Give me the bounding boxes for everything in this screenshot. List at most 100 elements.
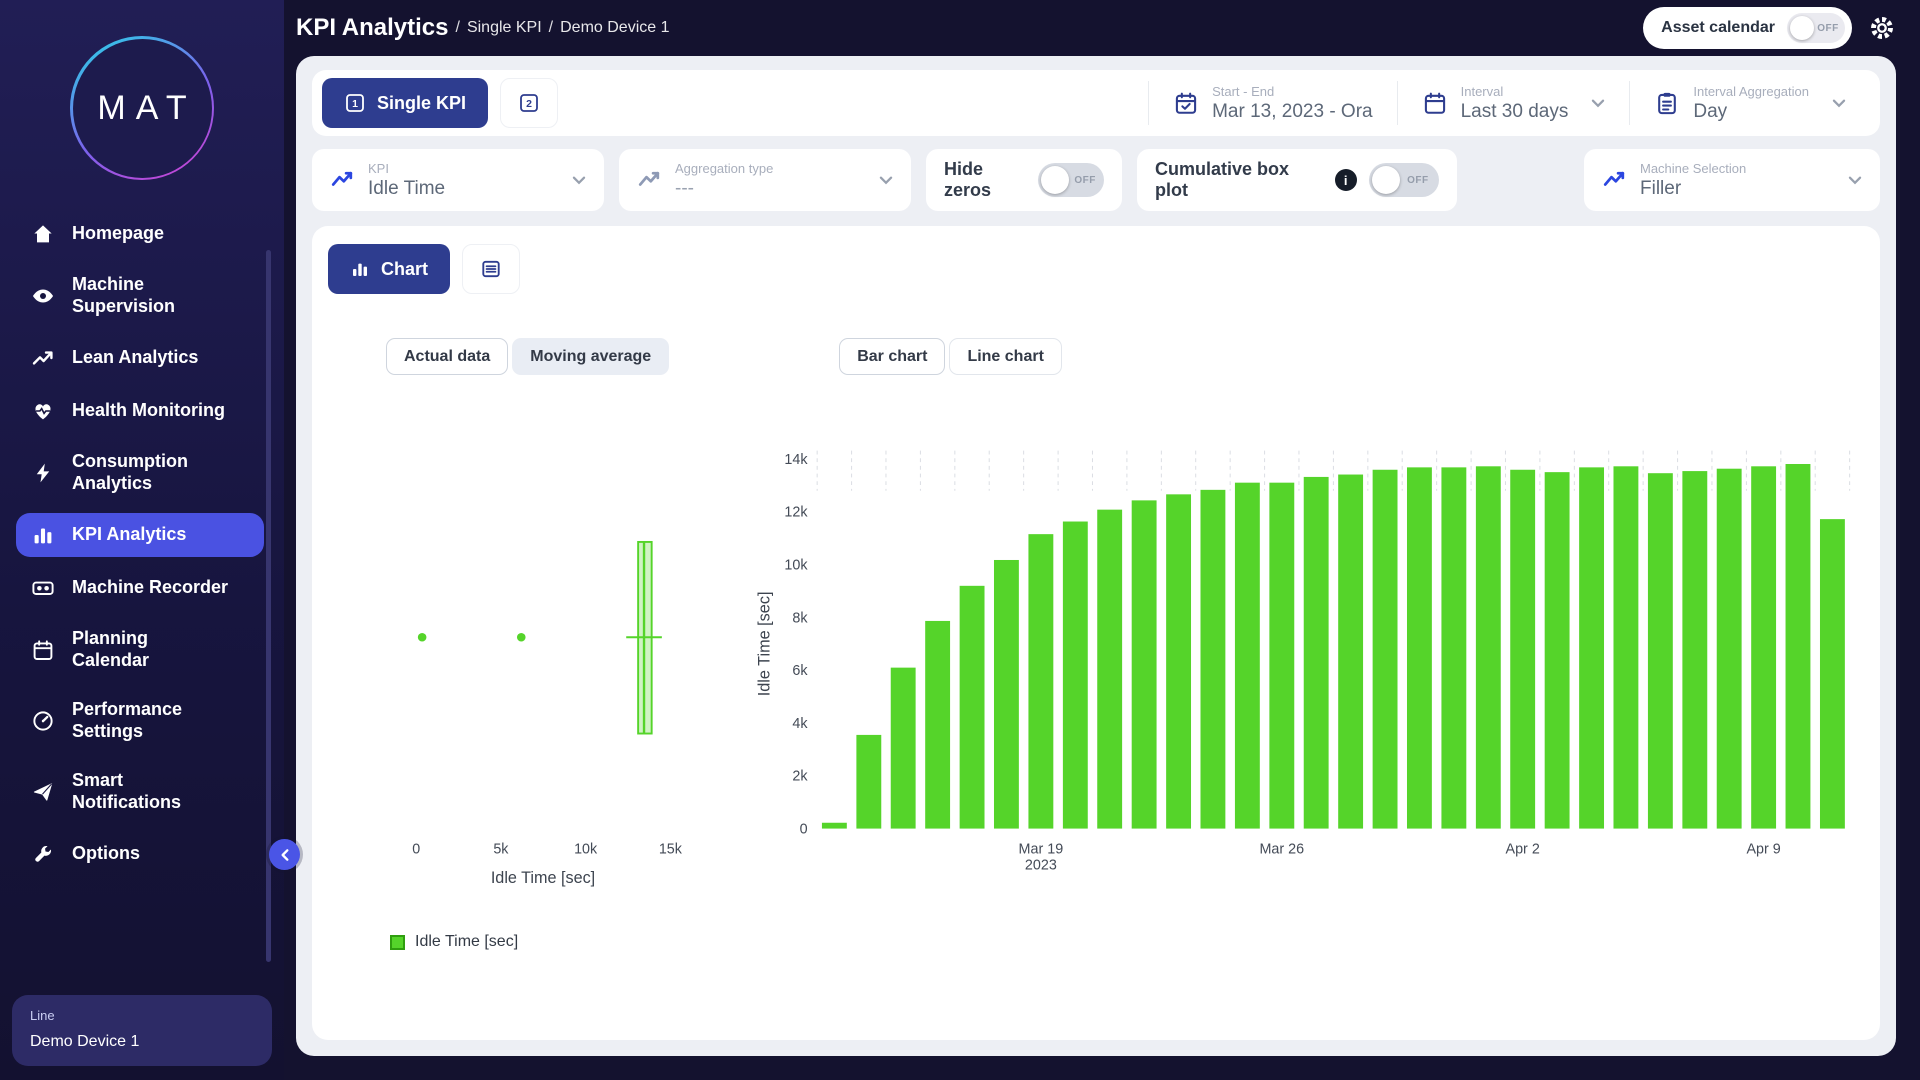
moving-average-button[interactable]: Moving average bbox=[512, 338, 669, 375]
interval-field: Interval Last 30 days bbox=[1461, 84, 1569, 123]
bar-chart-icon bbox=[30, 522, 56, 548]
kpi-dropdown[interactable]: KPI Idle Time bbox=[312, 149, 604, 211]
start-end-label: Start - End bbox=[1212, 84, 1373, 99]
chevron-down-icon bbox=[1832, 99, 1846, 108]
kpi-value: Idle Time bbox=[368, 178, 445, 200]
tab-single-kpi-label: Single KPI bbox=[377, 93, 466, 114]
bar-chart-svg: 02k4k6k8k10k12k14kMar 192023Mar 26Apr 2A… bbox=[754, 439, 1864, 889]
main-area: KPI Analytics / Single KPI / Demo Device… bbox=[284, 0, 1920, 1080]
heartbeat-icon bbox=[30, 398, 56, 424]
sidebar-item-health-monitoring[interactable]: Health Monitoring bbox=[16, 389, 264, 433]
interval-dropdown[interactable]: Interval Last 30 days bbox=[1397, 81, 1630, 125]
sidebar-item-smart-notifications[interactable]: Smart Notifications bbox=[16, 761, 264, 823]
settings-button[interactable] bbox=[1868, 14, 1896, 42]
breadcrumb-device[interactable]: Demo Device 1 bbox=[560, 19, 669, 37]
tab-multi-kpi[interactable]: 2 bbox=[500, 78, 558, 128]
svg-text:12k: 12k bbox=[784, 505, 808, 521]
app: MAT Homepage Machine Supervision Lea bbox=[0, 0, 1920, 1080]
svg-text:8k: 8k bbox=[792, 610, 808, 626]
actual-data-button[interactable]: Actual data bbox=[386, 338, 508, 375]
sidebar-item-kpi-analytics[interactable]: KPI Analytics bbox=[16, 513, 264, 557]
eye-icon bbox=[30, 283, 56, 309]
toggle-state-label: OFF bbox=[1400, 175, 1436, 186]
interval-aggregation-field: Interval Aggregation Day bbox=[1693, 84, 1809, 123]
sidebar-item-lean-analytics[interactable]: Lean Analytics bbox=[16, 336, 264, 380]
tab-single-kpi[interactable]: 1 Single KPI bbox=[322, 78, 488, 128]
toggle-knob bbox=[1372, 166, 1400, 194]
logo-text: MAT bbox=[87, 89, 196, 128]
svg-text:15k: 15k bbox=[659, 842, 683, 858]
breadcrumb-separator: / bbox=[456, 19, 460, 37]
hide-zeros-toggle[interactable]: OFF bbox=[1038, 163, 1104, 197]
kpi-trend-icon bbox=[330, 167, 356, 193]
sidebar-item-label: Homepage bbox=[72, 223, 164, 245]
toggle-state-label: OFF bbox=[1069, 175, 1101, 186]
device-card[interactable]: Line Demo Device 1 bbox=[12, 995, 272, 1066]
chart-card: Chart Actual data Moving average Bar c bbox=[312, 226, 1880, 1040]
line-chart-button[interactable]: Line chart bbox=[949, 338, 1061, 375]
chart-type-toggle-group: Bar chart Line chart bbox=[839, 338, 1062, 375]
svg-text:Apr 9: Apr 9 bbox=[1746, 841, 1780, 857]
sidebar-item-machine-recorder[interactable]: Machine Recorder bbox=[16, 566, 264, 610]
sidebar-item-homepage[interactable]: Homepage bbox=[16, 212, 264, 256]
device-name: Demo Device 1 bbox=[30, 1033, 254, 1051]
sidebar-menu: Homepage Machine Supervision Lean Analyt… bbox=[0, 190, 284, 876]
svg-text:Mar 19: Mar 19 bbox=[1019, 841, 1064, 857]
asset-calendar-toggle[interactable]: OFF bbox=[1787, 13, 1845, 43]
sidebar-item-options[interactable]: Options bbox=[16, 832, 264, 876]
aggregation-type-dropdown[interactable]: Aggregation type --- bbox=[619, 149, 911, 211]
aggregation-type-value: --- bbox=[675, 178, 773, 200]
svg-text:2k: 2k bbox=[792, 769, 808, 785]
sidebar-item-label: Performance Settings bbox=[72, 699, 182, 743]
cumulative-box-plot-control: Cumulative box plot i OFF bbox=[1137, 149, 1457, 211]
sidebar-item-label: Options bbox=[72, 843, 140, 865]
machine-trend-icon bbox=[1602, 167, 1628, 193]
svg-text:Apr 2: Apr 2 bbox=[1506, 841, 1540, 857]
start-end-picker[interactable]: Start - End Mar 13, 2023 - Ora bbox=[1148, 81, 1397, 125]
svg-text:6k: 6k bbox=[792, 663, 808, 679]
content-panel: 1 Single KPI 2 Start - End M bbox=[296, 56, 1896, 1056]
machine-selection-value: Filler bbox=[1640, 178, 1746, 200]
kpi-controls-row: KPI Idle Time Aggregation type --- bbox=[312, 149, 1880, 211]
sidebar-item-machine-supervision[interactable]: Machine Supervision bbox=[16, 265, 264, 327]
clipboard-icon bbox=[1654, 90, 1680, 116]
sidebar-item-planning-calendar[interactable]: Planning Calendar bbox=[16, 619, 264, 681]
aggregation-trend-icon bbox=[637, 167, 663, 193]
chart-legend: Idle Time [sec] bbox=[390, 933, 1864, 951]
calendar-check-icon bbox=[1173, 90, 1199, 116]
start-end-field: Start - End Mar 13, 2023 - Ora bbox=[1212, 84, 1373, 123]
svg-text:0: 0 bbox=[800, 821, 808, 837]
tab-chart[interactable]: Chart bbox=[328, 244, 450, 294]
info-icon[interactable]: i bbox=[1335, 169, 1357, 191]
asset-calendar-label: Asset calendar bbox=[1661, 19, 1775, 37]
logo: MAT bbox=[70, 36, 214, 180]
aggregation-type-label: Aggregation type bbox=[675, 161, 773, 176]
asset-calendar-pill[interactable]: Asset calendar OFF bbox=[1643, 7, 1852, 49]
logo-circle: MAT bbox=[73, 39, 212, 178]
home-icon bbox=[30, 221, 56, 247]
cumulative-box-plot-label: Cumulative box plot bbox=[1155, 159, 1323, 201]
sidebar-item-label: Machine Recorder bbox=[72, 577, 228, 599]
sidebar-item-consumption-analytics[interactable]: Consumption Analytics bbox=[16, 442, 264, 504]
data-mode-toggle-group: Actual data Moving average bbox=[386, 338, 669, 375]
interval-aggregation-dropdown[interactable]: Interval Aggregation Day bbox=[1629, 81, 1870, 125]
view-and-range-bar: 1 Single KPI 2 Start - End M bbox=[312, 70, 1880, 136]
svg-text:0: 0 bbox=[412, 842, 420, 858]
machine-selection-dropdown[interactable]: Machine Selection Filler bbox=[1584, 149, 1880, 211]
breadcrumb-single-kpi[interactable]: Single KPI bbox=[467, 19, 542, 37]
sidebar-item-label: Smart Notifications bbox=[72, 770, 181, 814]
recorder-icon bbox=[30, 575, 56, 601]
sidebar-item-label: Planning Calendar bbox=[72, 628, 149, 672]
svg-text:10k: 10k bbox=[574, 842, 598, 858]
bar-chart-button[interactable]: Bar chart bbox=[839, 338, 945, 375]
cumulative-box-plot-toggle[interactable]: OFF bbox=[1369, 163, 1439, 197]
machine-selection-field: Machine Selection Filler bbox=[1640, 161, 1746, 200]
svg-text:1: 1 bbox=[352, 98, 358, 110]
tab-table-view[interactable] bbox=[462, 244, 520, 294]
interval-label: Interval bbox=[1461, 84, 1569, 99]
controls-spacer bbox=[1472, 149, 1569, 211]
sidebar-collapse-button[interactable] bbox=[269, 839, 300, 870]
chevron-left-icon bbox=[279, 848, 291, 862]
chevron-down-icon bbox=[1591, 99, 1605, 108]
sidebar-item-performance-settings[interactable]: Performance Settings bbox=[16, 690, 264, 752]
